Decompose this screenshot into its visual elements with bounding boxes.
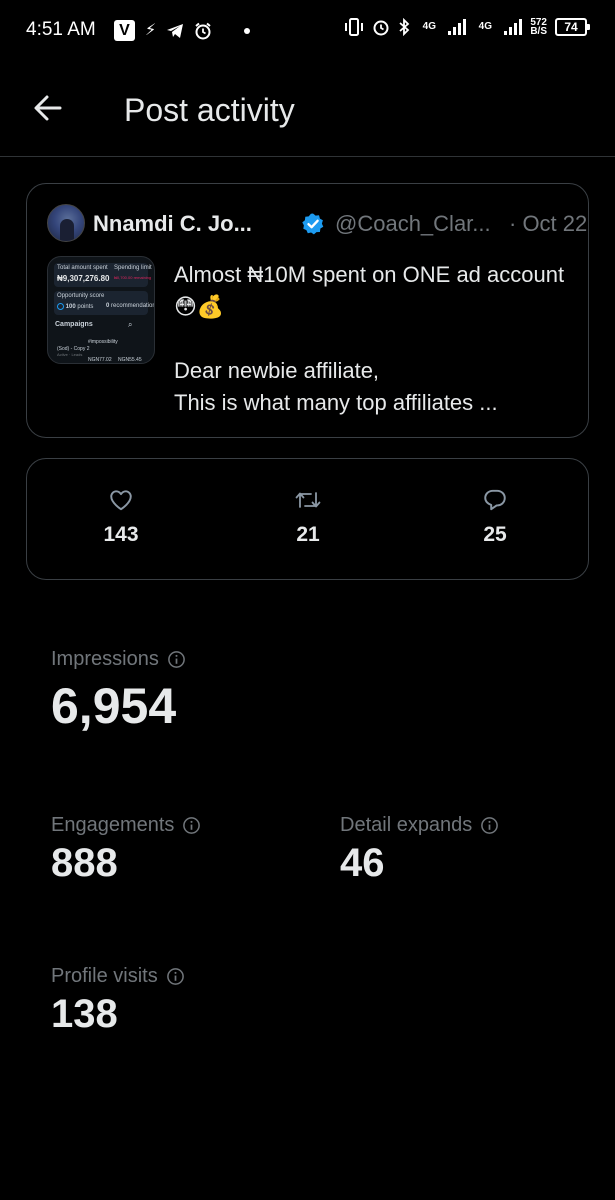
more-notifications-dot bbox=[244, 27, 251, 34]
thumb-recs-unit: recommendations bbox=[111, 303, 155, 309]
thumb-remaining: ₦0,700.00 remaining bbox=[114, 275, 152, 280]
network-speed-unit: B/S bbox=[530, 26, 547, 37]
alarm-icon bbox=[195, 22, 211, 39]
profile-visits-value: 138 bbox=[51, 992, 118, 1036]
replies-stat[interactable]: 25 bbox=[455, 487, 535, 547]
lightning-icon: ⚡ bbox=[145, 21, 157, 39]
likes-count: 143 bbox=[103, 523, 139, 546]
heart-icon bbox=[110, 490, 132, 511]
page-title: Post activity bbox=[124, 92, 295, 128]
status-bar: 4:51 AM V ⚡ 4G 4G 572 B/S 74 bbox=[0, 0, 615, 62]
thumb-search-icon: ⌕ bbox=[128, 320, 133, 329]
thumb-score: 100 bbox=[65, 304, 76, 311]
thumb-score-unit: points bbox=[77, 304, 94, 311]
bluetooth-icon bbox=[399, 18, 410, 36]
retweet-icon bbox=[295, 492, 321, 508]
vibrate-icon bbox=[345, 18, 364, 36]
detail-expands-value: 46 bbox=[340, 841, 385, 885]
thumb-cost1: NGN77.02 bbox=[88, 357, 112, 363]
network-speed: 572 B/S bbox=[530, 18, 547, 37]
app-header: Post activity bbox=[0, 62, 615, 157]
engagements-value: 888 bbox=[51, 841, 118, 885]
info-icon[interactable] bbox=[182, 816, 201, 835]
impressions-label: Impressions bbox=[51, 648, 159, 670]
score-ring-icon bbox=[57, 303, 64, 310]
signal-icon-2 bbox=[504, 19, 523, 35]
system-icons: 4G 4G 572 B/S 74 bbox=[344, 18, 590, 37]
alarm-status-icon bbox=[373, 20, 389, 36]
info-icon[interactable] bbox=[480, 816, 499, 835]
vpn-app-icon: V bbox=[114, 20, 135, 41]
battery-level: 74 bbox=[564, 20, 578, 34]
author-handle[interactable]: @Coach_Clar... bbox=[335, 211, 491, 237]
thumb-cost2: NGN55.45 bbox=[118, 357, 142, 363]
engagement-card: 143 21 25 bbox=[26, 458, 589, 580]
network-type-2: 4G bbox=[478, 21, 492, 32]
profile-visits-metric: Profile visits 138 bbox=[51, 965, 185, 1037]
detail-expands-metric: Detail expands 46 bbox=[340, 814, 499, 886]
thumb-campaign-status: Active · Leads bbox=[57, 352, 83, 357]
battery-icon: 74 bbox=[555, 18, 590, 36]
profile-visits-label: Profile visits bbox=[51, 965, 158, 987]
retweets-stat[interactable]: 21 bbox=[268, 487, 348, 547]
thumb-score-row: 100 points bbox=[57, 303, 93, 310]
impressions-value: 6,954 bbox=[51, 678, 177, 734]
thumb-label-opportunity: Opportunity score bbox=[57, 293, 105, 299]
impressions-metric: Impressions 6,954 bbox=[51, 648, 186, 735]
thumb-amount: ₦9,307,276.80 bbox=[57, 274, 110, 283]
status-time: 4:51 AM bbox=[26, 19, 96, 40]
thumb-recs: 0 bbox=[106, 303, 110, 309]
thumb-label-total: Total amount spent bbox=[57, 265, 108, 271]
avatar[interactable] bbox=[47, 204, 85, 242]
verified-badge-icon bbox=[302, 213, 324, 235]
tweet-card[interactable]: Nnamdi C. Jo... @Coach_Clar... · Oct 22 … bbox=[26, 183, 589, 438]
back-arrow-icon[interactable] bbox=[30, 90, 66, 126]
replies-count: 25 bbox=[483, 523, 507, 546]
telegram-icon bbox=[167, 23, 184, 38]
retweets-count: 21 bbox=[296, 523, 320, 546]
author-name[interactable]: Nnamdi C. Jo... bbox=[93, 211, 252, 237]
thumb-label-spending: Spending limit bbox=[114, 265, 152, 271]
network-type-1: 4G bbox=[422, 21, 436, 32]
engagements-metric: Engagements 888 bbox=[51, 814, 201, 886]
detail-expands-label: Detail expands bbox=[340, 814, 473, 836]
likes-stat[interactable]: 143 bbox=[81, 487, 161, 547]
tweet-media-thumbnail[interactable]: Total amount spent Spending limit ₦9,307… bbox=[47, 256, 155, 364]
reply-icon bbox=[484, 489, 506, 511]
tweet-text[interactable]: Almost ₦10M spent on ONE ad account 😳💰 D… bbox=[174, 259, 574, 419]
notification-icons: V ⚡ bbox=[114, 20, 251, 41]
tweet-date: · Oct 22 bbox=[509, 211, 588, 236]
info-icon[interactable] bbox=[166, 967, 185, 986]
thumb-campaign-name: #impossibility bbox=[88, 339, 118, 345]
info-icon[interactable] bbox=[167, 650, 186, 669]
thumb-campaigns: Campaigns bbox=[55, 321, 93, 328]
thumb-recs-row: 0 recommendations bbox=[106, 303, 155, 309]
signal-icon-1 bbox=[448, 19, 467, 35]
engagements-label: Engagements bbox=[51, 814, 175, 836]
